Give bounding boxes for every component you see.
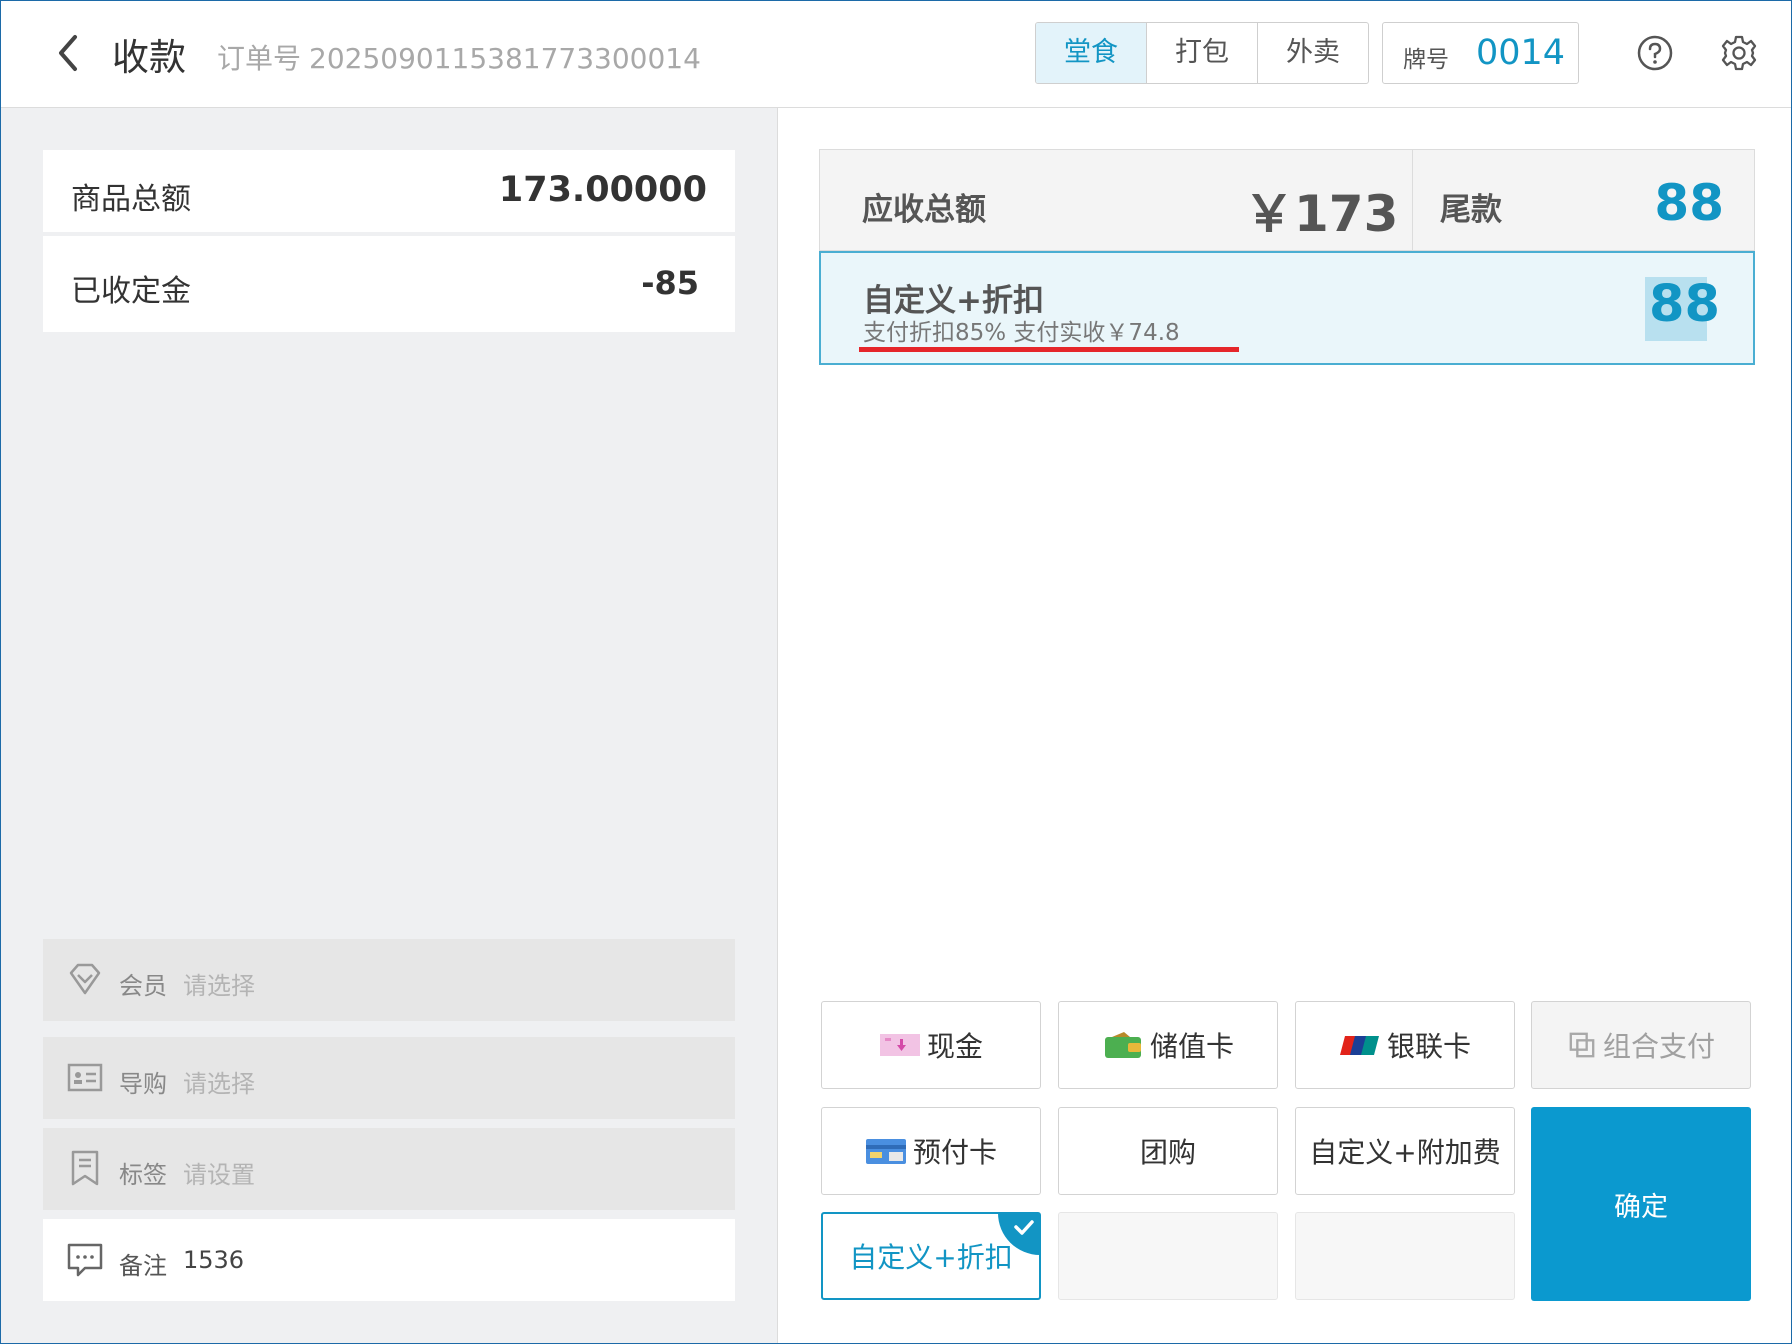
diamond-icon xyxy=(69,963,101,995)
prepaid-card-button[interactable]: 预付卡 xyxy=(821,1107,1041,1195)
selected-payment-amount[interactable]: 88 xyxy=(1649,275,1720,334)
deposit-row: 已收定金 -85 xyxy=(43,236,735,332)
settings-icon[interactable] xyxy=(1721,35,1757,71)
payment-window: 收款 订单号 2025090115381773300014 堂食 打包 外卖 牌号… xyxy=(0,0,1792,1344)
deposit-label: 已收定金 xyxy=(71,274,191,309)
member-value: 请选择 xyxy=(183,972,255,1000)
tab-dine-in[interactable]: 堂食 xyxy=(1036,23,1147,83)
order-number-label: 订单号 xyxy=(217,42,302,75)
combined-payment-label: 组合支付 xyxy=(1602,1030,1715,1063)
combine-icon xyxy=(1569,1032,1595,1058)
combined-payment-button[interactable]: 组合支付 xyxy=(1531,1001,1751,1089)
checkmark-icon xyxy=(998,1213,1040,1255)
dining-mode-toggle: 堂食 打包 外卖 xyxy=(1035,22,1369,84)
header: 收款 订单号 2025090115381773300014 堂食 打包 外卖 牌号… xyxy=(1,1,1791,108)
order-number: 订单号 2025090115381773300014 xyxy=(217,37,701,77)
unionpay-icon xyxy=(1339,1036,1379,1055)
goods-total-value: 173.00000 xyxy=(498,170,707,210)
order-number-value: 2025090115381773300014 xyxy=(309,42,701,75)
guide-label: 导购 xyxy=(119,1070,167,1098)
tag-label: 标签 xyxy=(119,1161,167,1189)
table-number-box[interactable]: 牌号 0014 xyxy=(1382,22,1579,84)
prepaid-card-label: 预付卡 xyxy=(912,1136,997,1169)
remark-label: 备注 xyxy=(119,1252,167,1280)
totals-card: 应收总额 ￥173 尾款 88 xyxy=(819,149,1755,251)
table-number-value: 0014 xyxy=(1476,33,1566,73)
red-underline xyxy=(859,347,1239,352)
cash-icon xyxy=(879,1034,920,1056)
divider xyxy=(1412,150,1413,250)
back-icon[interactable] xyxy=(49,31,89,75)
receivable-value: ￥173 xyxy=(1244,185,1399,243)
tab-takeaway[interactable]: 打包 xyxy=(1147,23,1258,83)
empty-slot xyxy=(1058,1212,1278,1300)
member-selector[interactable]: 会员 请选择 xyxy=(43,939,735,1021)
receivable-label: 应收总额 xyxy=(862,192,986,228)
group-buy-button[interactable]: 团购 xyxy=(1058,1107,1278,1195)
page-title: 收款 xyxy=(112,36,186,79)
bookmark-icon xyxy=(71,1150,99,1186)
guide-selector[interactable]: 导购 请选择 xyxy=(43,1037,735,1119)
stored-value-card-label: 储值卡 xyxy=(1149,1030,1234,1063)
custom-discount-label: 自定义+折扣 xyxy=(849,1241,1013,1274)
confirm-button[interactable]: 确定 xyxy=(1531,1107,1751,1301)
order-summary-panel: 商品总额 173.00000 已收定金 -85 会员 请选择 导购 请选择 标签… xyxy=(1,108,778,1343)
goods-total-label: 商品总额 xyxy=(71,182,191,217)
group-buy-label: 团购 xyxy=(1139,1136,1196,1169)
tag-selector[interactable]: 标签 请设置 xyxy=(43,1128,735,1210)
wallet-icon xyxy=(1104,1032,1141,1058)
empty-slot xyxy=(1295,1212,1515,1300)
guide-value: 请选择 xyxy=(183,1070,255,1098)
cash-button[interactable]: 现金 xyxy=(821,1001,1041,1089)
unionpay-label: 银联卡 xyxy=(1386,1030,1471,1063)
tab-delivery[interactable]: 外卖 xyxy=(1258,23,1368,83)
table-number-label: 牌号 xyxy=(1403,47,1449,73)
selected-payment-detail: 支付折扣85% 支付实收￥74.8 xyxy=(863,320,1180,346)
prepaid-card-icon xyxy=(865,1139,906,1164)
remark-value: 1536 xyxy=(183,1246,245,1274)
deposit-value: -85 xyxy=(641,264,699,302)
remark-field[interactable]: 备注 1536 xyxy=(43,1219,735,1301)
unionpay-button[interactable]: 银联卡 xyxy=(1295,1001,1515,1089)
custom-surcharge-label: 自定义+附加费 xyxy=(1309,1136,1501,1169)
help-icon[interactable] xyxy=(1637,35,1673,71)
custom-surcharge-button[interactable]: 自定义+附加费 xyxy=(1295,1107,1515,1195)
balance-value: 88 xyxy=(1654,174,1724,232)
id-card-icon xyxy=(67,1063,103,1092)
custom-discount-button[interactable]: 自定义+折扣 xyxy=(821,1212,1041,1300)
comment-icon xyxy=(67,1243,103,1277)
member-label: 会员 xyxy=(119,972,167,1000)
selected-payment-row[interactable]: 自定义+折扣 支付折扣85% 支付实收￥74.8 88 xyxy=(819,251,1755,365)
cash-label: 现金 xyxy=(926,1030,983,1063)
goods-total-row: 商品总额 173.00000 xyxy=(43,150,735,232)
stored-value-card-button[interactable]: 储值卡 xyxy=(1058,1001,1278,1089)
balance-label: 尾款 xyxy=(1440,192,1502,228)
tag-value: 请设置 xyxy=(183,1161,255,1189)
